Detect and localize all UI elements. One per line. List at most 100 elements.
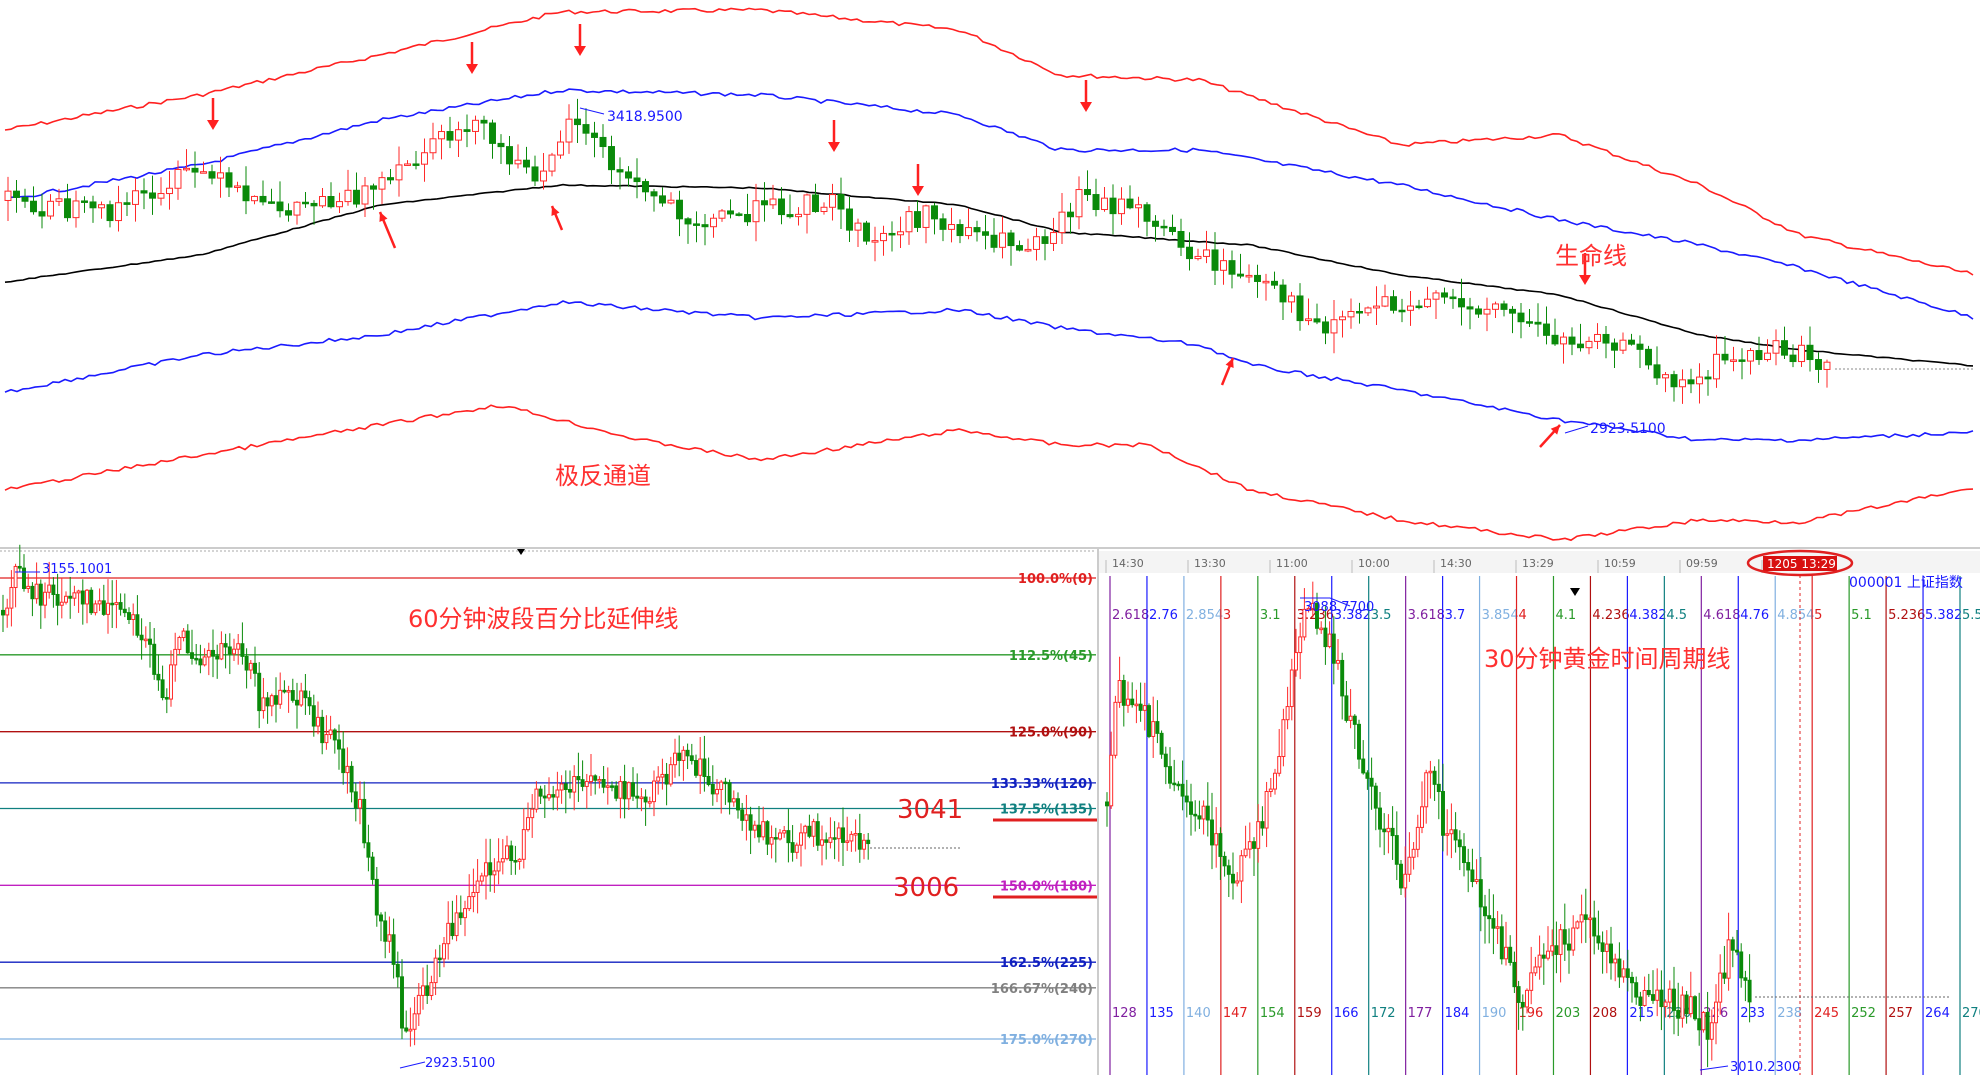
top-candle-8 (72, 190, 80, 228)
bl-candle-135 (568, 770, 572, 799)
top-candle-153 (1305, 298, 1312, 326)
bl-candle-184 (773, 827, 778, 863)
time-tick-1: 13:30 (1194, 557, 1226, 570)
bl-candle-78 (328, 715, 333, 740)
top-candle-46 (395, 146, 403, 197)
br-candle-103 (1537, 935, 1542, 980)
br-candle-60 (1357, 719, 1361, 769)
bl-candle-29 (122, 593, 127, 618)
bl-candle-20 (85, 589, 89, 624)
br-candle-91 (1487, 888, 1492, 944)
band-inner-lower (4, 300, 1974, 443)
br-candle-102 (1533, 956, 1538, 977)
top-candle-130 (1109, 184, 1117, 235)
top-candle-10 (89, 195, 97, 223)
top-candle-50 (429, 122, 437, 160)
bl-candle-42 (177, 635, 182, 654)
bl-candle-16 (68, 576, 73, 619)
top-candle-162 (1381, 284, 1389, 308)
top-candle-159 (1356, 302, 1363, 324)
bl-candle-197 (828, 817, 833, 849)
bl-candle-79 (332, 728, 337, 754)
bl-candle-95 (400, 959, 404, 1040)
br-candle-130 (1651, 970, 1655, 1004)
br-candle-96 (1508, 935, 1513, 966)
br-candle-14 (1163, 746, 1168, 785)
bl-candle-35 (148, 621, 152, 668)
br-candle-88 (1474, 859, 1479, 885)
bl-high-label: 3155.1001 (42, 562, 112, 577)
bl-candle-137 (576, 752, 581, 802)
cycle-bar-1: 135 (1149, 1006, 1174, 1021)
top-candle-150 (1279, 279, 1287, 320)
br-candle-135 (1672, 966, 1676, 1035)
bl-candle-98 (412, 997, 417, 1046)
level-label-1: 112.5%(45) (1009, 649, 1093, 664)
top-high-label: 3418.9500 (607, 109, 683, 125)
top-candle-86 (735, 212, 743, 217)
top-candle-67 (574, 98, 581, 143)
bl-candle-52 (219, 631, 224, 661)
bl-candle-88 (370, 851, 375, 885)
br-candle-93 (1495, 911, 1500, 944)
cycle-bar-14: 215 (1629, 1006, 1654, 1021)
top-candle-179 (1526, 309, 1533, 327)
br-candle-6 (1130, 682, 1135, 708)
top-candle-214 (1823, 359, 1831, 388)
level-label-0: 100.0%(0) (1018, 572, 1093, 587)
top-candle-18 (157, 177, 165, 206)
top-candle-15 (132, 177, 139, 222)
br-candle-51 (1319, 621, 1324, 634)
br-candle-81 (1445, 809, 1450, 856)
br-candle-117 (1596, 910, 1601, 950)
br-candle-147 (1722, 945, 1727, 985)
top-candle-54 (463, 114, 471, 148)
bl-candle-72 (303, 673, 308, 715)
bl-candle-112 (471, 868, 476, 913)
br-candle-112 (1575, 920, 1580, 930)
bl-candle-164 (689, 743, 694, 765)
cycle-line-0: 2.618 128 (1109, 576, 1149, 1075)
br-candle-114 (1583, 888, 1588, 943)
bl-candle-47 (198, 644, 203, 674)
top-candle-65 (557, 130, 564, 159)
bl-candle-133 (559, 775, 564, 804)
bl-candle-177 (744, 794, 749, 841)
top-candle-165 (1407, 290, 1414, 326)
cycle-line-3: 3 147 (1220, 576, 1248, 1075)
cycle-ratio-12: 4.1 (1555, 608, 1576, 623)
bl-candle-101 (425, 964, 430, 1004)
br-candle-137 (1680, 986, 1685, 1028)
bl-candle-6 (26, 573, 31, 593)
level-3: 133.33%(120) (0, 777, 1096, 792)
top-candle-58 (497, 134, 505, 164)
top-candle-184 (1568, 327, 1576, 356)
bl-candle-83 (349, 761, 354, 803)
br-candle-25 (1210, 792, 1214, 870)
cycle-bar-17: 233 (1740, 1006, 1765, 1021)
bl-candle-102 (429, 975, 434, 1001)
top-candle-190 (1619, 332, 1627, 355)
top-candle-185 (1577, 323, 1584, 352)
top-candle-115 (982, 215, 989, 250)
bl-candle-57 (240, 622, 245, 665)
bl-candle-123 (517, 858, 522, 870)
top-candle-21 (183, 149, 190, 172)
bl-candle-24 (101, 584, 106, 616)
top-candle-113 (965, 208, 972, 240)
top-candle-152 (1296, 283, 1304, 331)
br-candle-128 (1642, 976, 1647, 1007)
top-candle-129 (1101, 186, 1108, 212)
bl-candle-150 (631, 767, 635, 801)
bl-candle-63 (265, 692, 270, 724)
br-candle-129 (1646, 973, 1651, 998)
cycle-ratio-10: 3.854 (1482, 608, 1519, 623)
bl-candle-148 (622, 764, 627, 819)
top-candle-174 (1483, 297, 1491, 332)
top-candle-108 (922, 204, 930, 244)
bl-candle-25 (106, 579, 110, 634)
top-candle-20 (174, 160, 182, 200)
bl-candle-107 (450, 900, 455, 940)
top-candle-167 (1424, 286, 1431, 308)
cycle-line-19: 5 245 (1811, 576, 1839, 1075)
